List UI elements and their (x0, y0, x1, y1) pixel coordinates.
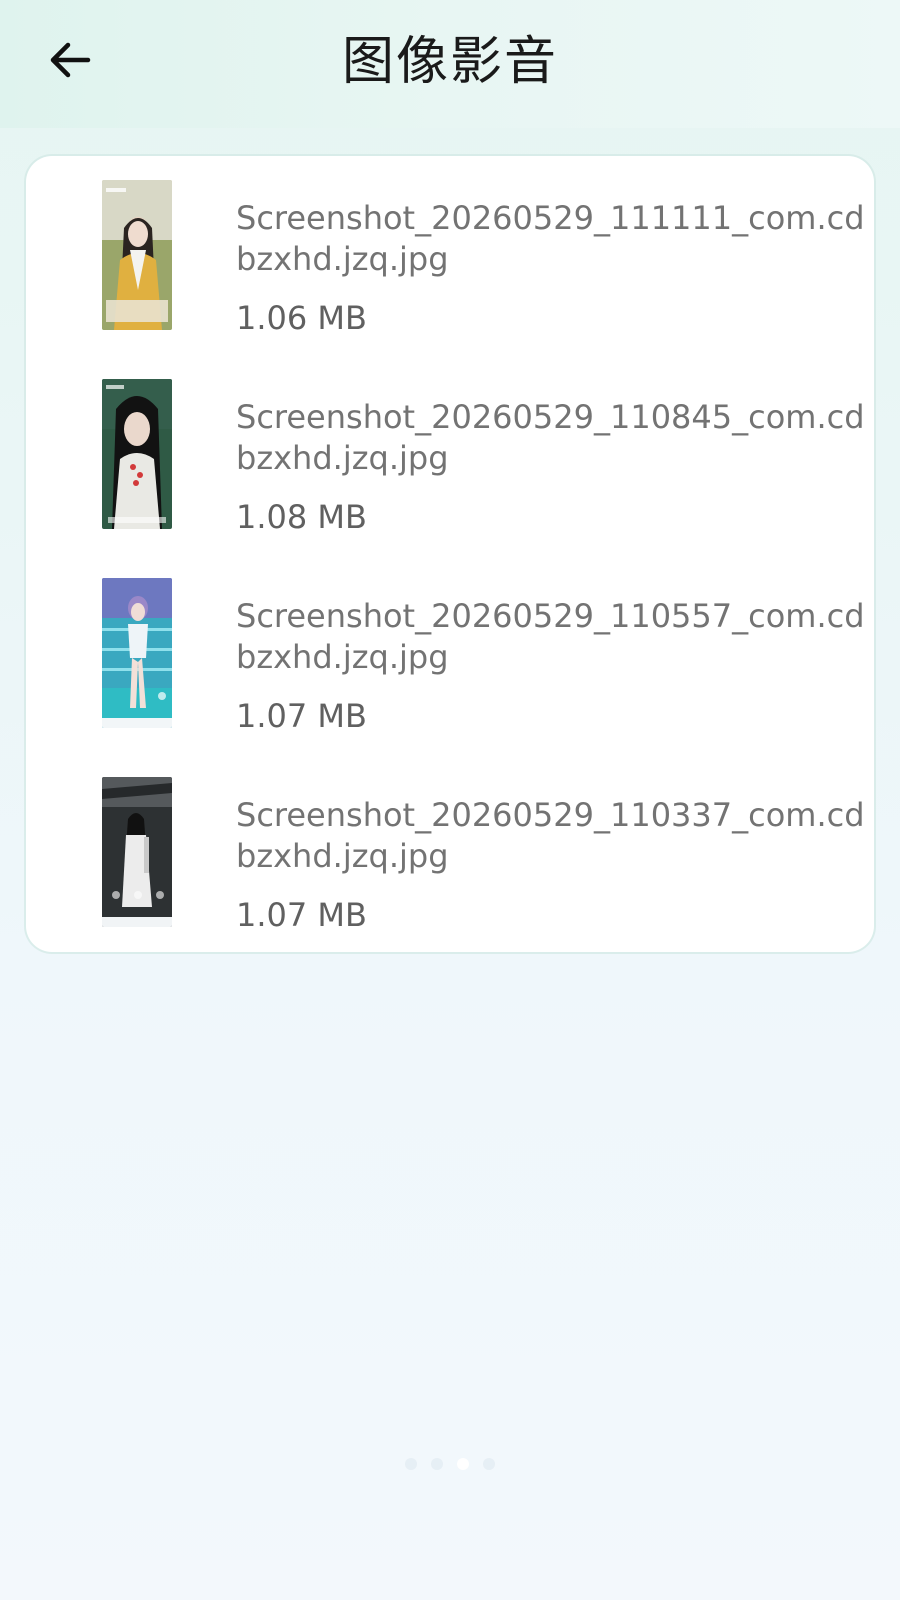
page-dot (431, 1458, 443, 1470)
image-thumbnail (102, 777, 172, 927)
page-title: 图像影音 (341, 32, 558, 92)
file-size: 1.08 MB (236, 498, 367, 536)
image-thumbnail (102, 180, 172, 330)
arrow-left-icon (50, 42, 91, 78)
back-button[interactable] (38, 28, 102, 92)
file-list-item[interactable]: Screenshot_20260529_110845_com.cdbzxhd.j… (26, 355, 874, 554)
file-list-card: Screenshot_20260529_111111_com.cdbzxhd.j… (26, 156, 874, 952)
top-bar: 图像影音 (0, 0, 900, 128)
file-name: Screenshot_20260529_110845_com.cdbzxhd.j… (236, 398, 865, 477)
file-size: 1.07 MB (236, 896, 367, 934)
page-dot-active (457, 1458, 469, 1470)
page-dot (483, 1458, 495, 1470)
file-list-item[interactable]: Screenshot_20260529_110557_com.cdbzxhd.j… (26, 554, 874, 753)
file-size: 1.07 MB (236, 697, 367, 735)
page-dot (405, 1458, 417, 1470)
file-name: Screenshot_20260529_110557_com.cdbzxhd.j… (236, 597, 865, 676)
file-name: Screenshot_20260529_111111_com.cdbzxhd.j… (236, 199, 865, 278)
file-list-item[interactable]: Screenshot_20260529_111111_com.cdbzxhd.j… (26, 156, 874, 355)
file-name: Screenshot_20260529_110337_com.cdbzxhd.j… (236, 796, 865, 875)
image-thumbnail (102, 578, 172, 728)
file-size: 1.06 MB (236, 299, 367, 337)
file-list-item[interactable]: Screenshot_20260529_110337_com.cdbzxhd.j… (26, 753, 874, 952)
image-thumbnail (102, 379, 172, 529)
page-indicator (0, 1458, 900, 1478)
